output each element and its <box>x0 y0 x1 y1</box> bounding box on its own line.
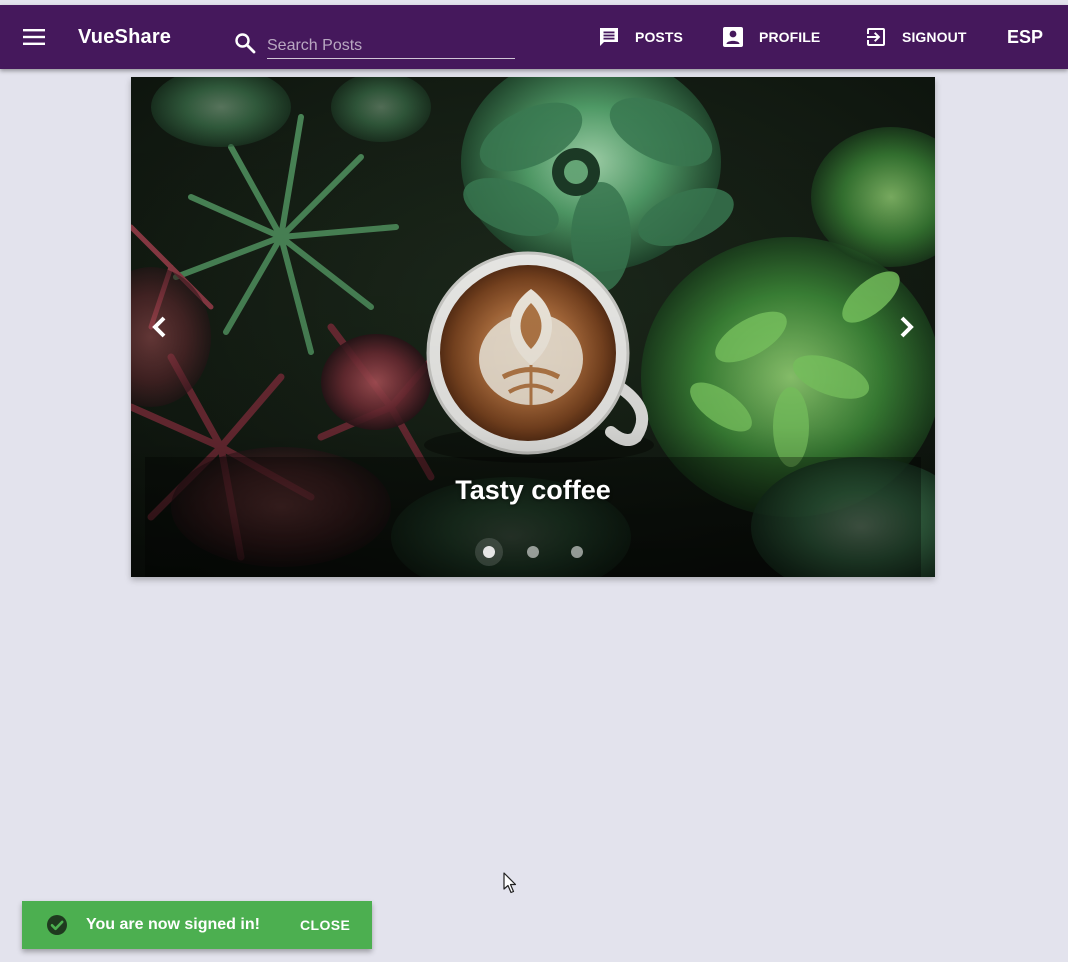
nav-profile-label: PROFILE <box>759 29 821 45</box>
carousel-prev-button[interactable] <box>143 311 175 343</box>
page: VueShare POSTS PROFILE <box>0 0 1068 962</box>
menu-icon <box>23 29 45 45</box>
language-toggle-button[interactable]: ESP <box>1007 27 1043 48</box>
signin-snackbar: You are now signed in! CLOSE <box>22 901 372 949</box>
chevron-right-icon <box>900 316 914 338</box>
nav-profile-button[interactable]: PROFILE <box>721 23 820 51</box>
mouse-cursor-icon <box>503 872 517 894</box>
exit-to-app-icon <box>867 28 885 46</box>
snackbar-message: You are now signed in! <box>86 916 260 933</box>
nav-signout-label: SIGNOUT <box>902 29 967 45</box>
carousel-caption[interactable]: Tasty coffee <box>131 475 935 506</box>
snackbar-close-button[interactable]: CLOSE <box>300 917 350 933</box>
check-circle-icon <box>47 915 67 935</box>
menu-button[interactable] <box>18 21 50 53</box>
chevron-left-icon <box>152 316 166 338</box>
app-toolbar: VueShare POSTS PROFILE <box>0 5 1068 69</box>
search-input[interactable] <box>267 25 515 59</box>
carousel-dot-2[interactable] <box>527 546 539 558</box>
nav-posts-label: POSTS <box>635 29 683 45</box>
account-box-icon <box>723 27 743 47</box>
chat-icon <box>600 28 618 46</box>
carousel-dot-3[interactable] <box>571 546 583 558</box>
nav-posts-button[interactable]: POSTS <box>597 23 683 51</box>
carousel-next-button[interactable] <box>891 311 923 343</box>
nav-signout-button[interactable]: SIGNOUT <box>864 23 966 51</box>
post-carousel[interactable]: Tasty coffee <box>131 77 935 577</box>
app-title[interactable]: VueShare <box>78 26 171 49</box>
carousel-dot-1[interactable] <box>483 546 495 558</box>
search-icon <box>235 33 256 54</box>
